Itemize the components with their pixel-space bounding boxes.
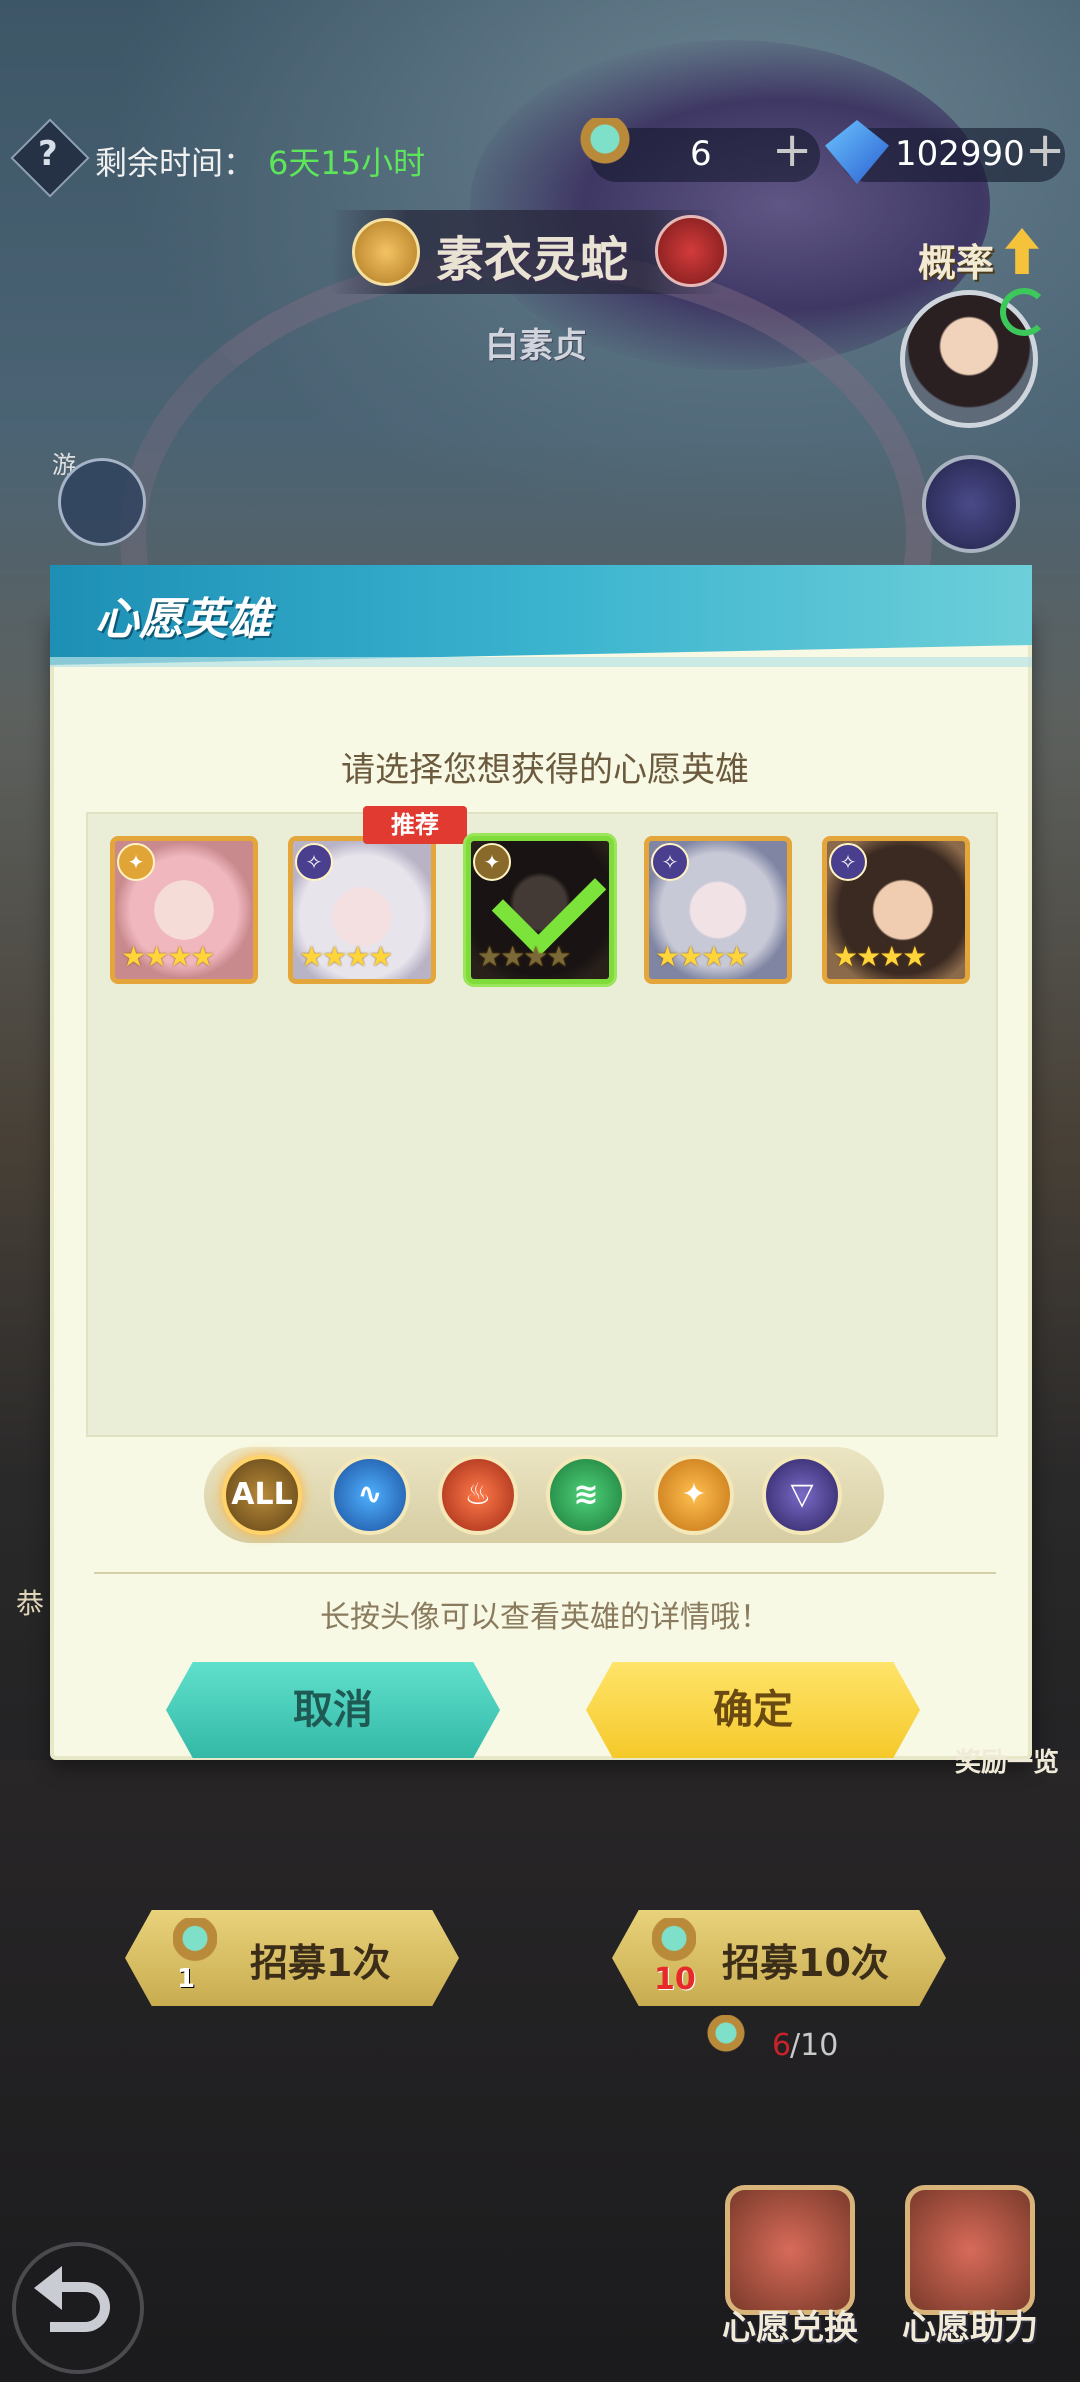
recruit-ten-button[interactable]: 10 招募10次 xyxy=(612,1910,946,2006)
hero-grid-panel: ✦ ★★★★ ✧ ★★★★ 推荐 ✦ ★★★★ ✧ ★★★★ ✧ ★★★★ xyxy=(86,806,998,1437)
wind-faction-icon[interactable]: ≋ xyxy=(546,1455,626,1535)
banner-name: 素衣灵蛇 xyxy=(436,232,629,288)
recruit-once-cost: 1 xyxy=(177,1964,196,1994)
hero-stars: ★★★★ xyxy=(655,940,749,973)
time-label: 剩余时间： xyxy=(95,144,256,182)
dark-faction-icon: ✧ xyxy=(295,843,333,881)
recruit-once-button[interactable]: 1 招募1次 xyxy=(125,1910,459,2006)
light-faction-icon: ✦ xyxy=(117,843,155,881)
dialog-title: 心愿英雄 xyxy=(95,594,271,645)
light-faction-icon xyxy=(352,218,420,286)
recruit-token-icon xyxy=(706,2015,746,2075)
dialog-prompt: 请选择您想获得的心愿英雄 xyxy=(341,750,749,790)
light-faction-icon[interactable]: ✦ xyxy=(654,1455,734,1535)
cancel-button[interactable]: 取消 xyxy=(166,1662,500,1758)
filter-all-button[interactable]: ALL xyxy=(222,1455,302,1535)
recruit-token-icon xyxy=(580,118,630,188)
hero-stars: ★★★★ xyxy=(477,940,571,973)
gem-count: 102990 xyxy=(895,134,1025,174)
dark-faction-icon[interactable]: ▽ xyxy=(762,1455,842,1535)
token-count: 6 xyxy=(690,134,712,174)
recruit-once-label: 招募1次 xyxy=(250,1941,391,1985)
add-token-button[interactable]: + xyxy=(772,122,812,178)
hero-card[interactable]: ✧ ★★★★ xyxy=(822,836,970,984)
recommend-badge: 推荐 xyxy=(363,806,467,844)
time-value: 6天15小时 xyxy=(268,144,426,182)
progress-total: /10 xyxy=(790,2028,839,2063)
confirm-button[interactable]: 确定 xyxy=(586,1662,920,1758)
reward-list-label[interactable]: 奖励一览 xyxy=(955,1742,1059,1779)
header-accent xyxy=(50,657,1032,667)
recruit-ten-cost: 10 xyxy=(654,1962,696,1997)
secondary-avatar[interactable] xyxy=(922,455,1020,553)
faction-filter-bar: ALL ∿ ♨ ≋ ✦ ▽ xyxy=(204,1447,884,1543)
refresh-icon[interactable] xyxy=(1000,288,1048,336)
wish-assist-label[interactable]: 心愿助力 xyxy=(902,2300,1038,2349)
dialog-body: 请选择您想获得的心愿英雄 ✦ ★★★★ ✧ ★★★★ 推荐 ✦ ★★★★ ✧ ★… xyxy=(50,613,1032,1760)
back-arrow-head-icon xyxy=(34,2266,62,2310)
recruit-ten-label: 招募10次 xyxy=(722,1941,889,1985)
dark-faction-icon: ✧ xyxy=(829,843,867,881)
fire-faction-icon[interactable]: ♨ xyxy=(438,1455,518,1535)
hero-stars: ★★★★ xyxy=(121,940,215,973)
hero-stars: ★★★★ xyxy=(833,940,927,973)
wish-exchange-label[interactable]: 心愿兑换 xyxy=(722,2300,858,2349)
divider xyxy=(94,1572,996,1574)
wish-assist-icon[interactable] xyxy=(905,2185,1035,2315)
banner-subtitle: 白素贞 xyxy=(485,326,587,366)
light-faction-icon: ✦ xyxy=(473,843,511,881)
help-icon: ? xyxy=(38,134,58,174)
wish-exchange-icon[interactable] xyxy=(725,2185,855,2315)
hero-stars: ★★★★ xyxy=(299,940,393,973)
water-faction-icon[interactable]: ∿ xyxy=(330,1455,410,1535)
long-press-hint: 长按头像可以查看英雄的详情哦！ xyxy=(320,1600,770,1635)
side-left-label: 恭 xyxy=(16,1587,45,1620)
add-gem-button[interactable]: + xyxy=(1025,122,1065,178)
hero-card[interactable]: ✧ ★★★★ xyxy=(644,836,792,984)
dark-faction-icon: ✧ xyxy=(651,843,689,881)
tour-button[interactable] xyxy=(58,458,146,546)
rate-label[interactable]: 概率 xyxy=(918,232,994,287)
wish-hero-dialog: 请选择您想获得的心愿英雄 ✦ ★★★★ ✧ ★★★★ 推荐 ✦ ★★★★ ✧ ★… xyxy=(50,565,1032,1760)
hero-card-selected[interactable]: ✦ ★★★★ xyxy=(466,836,614,984)
hero-card[interactable]: ✦ ★★★★ xyxy=(110,836,258,984)
progress-current: 6 xyxy=(772,2028,792,2063)
element-emblem-icon xyxy=(655,215,727,287)
hero-card[interactable]: ✧ ★★★★ xyxy=(288,836,436,984)
